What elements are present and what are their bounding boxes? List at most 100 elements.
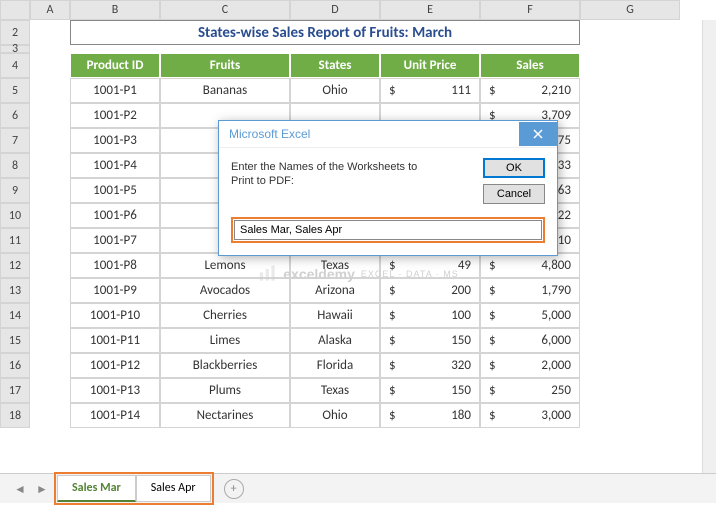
cell[interactable] xyxy=(580,203,680,228)
col-C[interactable]: C xyxy=(160,0,290,20)
cell-fruit[interactable]: Lemons xyxy=(160,253,290,278)
row-8[interactable]: 8 xyxy=(0,153,30,178)
cell[interactable] xyxy=(30,78,70,103)
cell-unit-price[interactable]: $320 xyxy=(380,353,480,378)
close-icon[interactable] xyxy=(519,122,557,146)
cell-state[interactable]: Ohio xyxy=(290,78,380,103)
cell[interactable] xyxy=(30,303,70,328)
col-G[interactable]: G xyxy=(580,0,680,20)
cell-sales[interactable]: $5,000 xyxy=(480,303,580,328)
row-18[interactable]: 18 xyxy=(0,403,30,428)
cell[interactable] xyxy=(580,303,680,328)
row-11[interactable]: 11 xyxy=(0,228,30,253)
cell-unit-price[interactable]: $111 xyxy=(380,78,480,103)
cell[interactable] xyxy=(580,53,680,78)
cell[interactable] xyxy=(30,328,70,353)
row-3[interactable]: 3 xyxy=(0,45,30,53)
header-states[interactable]: States xyxy=(290,53,380,78)
cell[interactable] xyxy=(580,278,680,303)
cell-state[interactable]: Texas xyxy=(290,253,380,278)
dialog-titlebar[interactable]: Microsoft Excel xyxy=(219,121,557,148)
cell[interactable] xyxy=(580,228,680,253)
cell-product-id[interactable]: 1001-P6 xyxy=(70,203,160,228)
cell-fruit[interactable]: Blackberries xyxy=(160,353,290,378)
col-A[interactable]: A xyxy=(30,0,70,20)
cell[interactable] xyxy=(30,153,70,178)
tab-sales-apr[interactable]: Sales Apr xyxy=(136,475,211,502)
cell[interactable] xyxy=(580,403,680,428)
cell-product-id[interactable]: 1001-P3 xyxy=(70,128,160,153)
cell-sales[interactable]: $1,790 xyxy=(480,278,580,303)
row-5[interactable]: 5 xyxy=(0,78,30,103)
cell[interactable] xyxy=(580,328,680,353)
new-sheet-icon[interactable]: + xyxy=(224,479,244,499)
select-all-corner[interactable] xyxy=(0,0,30,20)
cell-product-id[interactable]: 1001-P12 xyxy=(70,353,160,378)
cell[interactable] xyxy=(30,278,70,303)
col-B[interactable]: B xyxy=(70,0,160,20)
cell[interactable] xyxy=(30,253,70,278)
cell[interactable] xyxy=(30,103,70,128)
cell[interactable] xyxy=(580,253,680,278)
header-product-id[interactable]: Product ID xyxy=(70,53,160,78)
cell-product-id[interactable]: 1001-P11 xyxy=(70,328,160,353)
tab-nav-next-icon[interactable]: ► xyxy=(36,482,50,496)
cell-state[interactable]: Florida xyxy=(290,353,380,378)
cell-unit-price[interactable]: $200 xyxy=(380,278,480,303)
cell-sales[interactable]: $2,210 xyxy=(480,78,580,103)
col-F[interactable]: F xyxy=(480,0,580,20)
cell-product-id[interactable]: 1001-P2 xyxy=(70,103,160,128)
tab-nav-prev-icon[interactable]: ◄ xyxy=(14,482,28,496)
ok-button[interactable]: OK xyxy=(483,158,545,178)
cell[interactable] xyxy=(580,178,680,203)
worksheet-names-input[interactable] xyxy=(234,220,542,240)
cell-fruit[interactable]: Nectarines xyxy=(160,403,290,428)
cell-state[interactable]: Texas xyxy=(290,378,380,403)
cell-state[interactable]: Alaska xyxy=(290,328,380,353)
cell-state[interactable]: Arizona xyxy=(290,278,380,303)
row-7[interactable]: 7 xyxy=(0,128,30,153)
cell[interactable] xyxy=(580,78,680,103)
cell-product-id[interactable]: 1001-P7 xyxy=(70,228,160,253)
cell-product-id[interactable]: 1001-P14 xyxy=(70,403,160,428)
tab-sales-mar[interactable]: Sales Mar xyxy=(57,475,136,502)
col-E[interactable]: E xyxy=(380,0,480,20)
cell-sales[interactable]: $6,000 xyxy=(480,328,580,353)
cell-product-id[interactable]: 1001-P9 xyxy=(70,278,160,303)
cell-product-id[interactable]: 1001-P1 xyxy=(70,78,160,103)
cell[interactable] xyxy=(30,228,70,253)
cell-fruit[interactable]: Avocados xyxy=(160,278,290,303)
cell-unit-price[interactable]: $150 xyxy=(380,378,480,403)
cell-unit-price[interactable]: $150 xyxy=(380,328,480,353)
cell[interactable] xyxy=(30,20,70,45)
report-title[interactable]: States-wise Sales Report of Fruits: Marc… xyxy=(70,20,580,45)
vertical-scrollbar[interactable] xyxy=(702,20,716,473)
cell[interactable] xyxy=(580,103,680,128)
cell-product-id[interactable]: 1001-P4 xyxy=(70,153,160,178)
cell-unit-price[interactable]: $49 xyxy=(380,253,480,278)
cancel-button[interactable]: Cancel xyxy=(483,184,545,204)
row-12[interactable]: 12 xyxy=(0,253,30,278)
cell[interactable] xyxy=(30,353,70,378)
cell-product-id[interactable]: 1001-P8 xyxy=(70,253,160,278)
cell-fruit[interactable]: Limes xyxy=(160,328,290,353)
cell-fruit[interactable]: Bananas xyxy=(160,78,290,103)
header-unit-price[interactable]: Unit Price xyxy=(380,53,480,78)
cell-unit-price[interactable]: $100 xyxy=(380,303,480,328)
cell[interactable] xyxy=(30,403,70,428)
cell-state[interactable]: Hawaii xyxy=(290,303,380,328)
row-15[interactable]: 15 xyxy=(0,328,30,353)
cell[interactable] xyxy=(580,128,680,153)
cell-sales[interactable]: $4,800 xyxy=(480,253,580,278)
cell[interactable] xyxy=(30,53,70,78)
row-14[interactable]: 14 xyxy=(0,303,30,328)
cell-sales[interactable]: $2,000 xyxy=(480,353,580,378)
col-D[interactable]: D xyxy=(290,0,380,20)
row-6[interactable]: 6 xyxy=(0,103,30,128)
cell-sales[interactable]: $250 xyxy=(480,378,580,403)
row-17[interactable]: 17 xyxy=(0,378,30,403)
row-13[interactable]: 13 xyxy=(0,278,30,303)
cell[interactable] xyxy=(580,378,680,403)
cell-product-id[interactable]: 1001-P5 xyxy=(70,178,160,203)
row-9[interactable]: 9 xyxy=(0,178,30,203)
